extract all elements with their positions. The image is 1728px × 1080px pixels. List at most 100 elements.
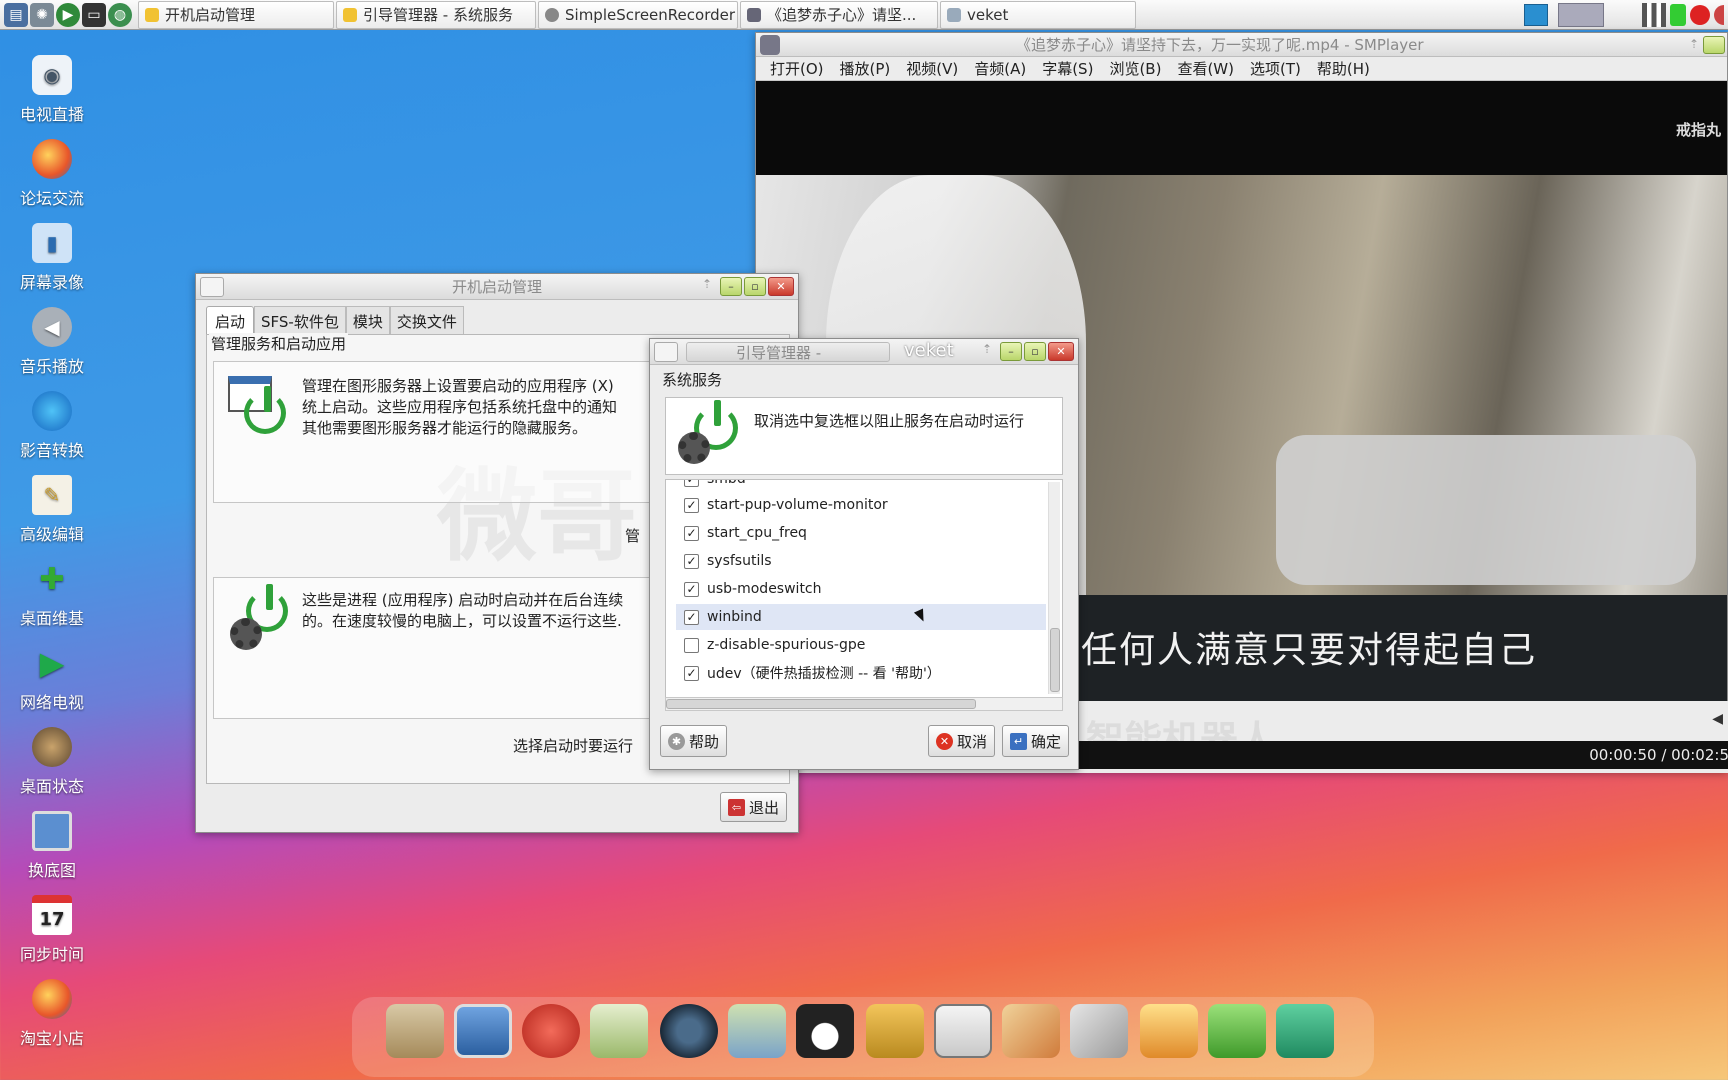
list-item[interactable]: ✓ udev（硬件热插拔检测 -- 看 '帮助'） [684,660,1034,686]
vertical-scrollbar[interactable] [1048,482,1060,694]
task-boot-manager[interactable]: 引导管理器 - 系统服务 [336,0,536,29]
network-icon[interactable] [1524,4,1548,26]
close-button[interactable]: ✕ [1048,342,1074,361]
desktop-icon-editor[interactable]: ✎ 高级编辑 [6,475,98,545]
record-icon[interactable] [1690,5,1710,25]
service-checkbox[interactable]: ✓ [684,525,699,541]
dock-media-player-icon[interactable] [660,1004,718,1058]
minimize-button[interactable] [1703,36,1725,54]
list-item-selected[interactable]: ✓ winbind [676,604,1046,630]
volume-icon[interactable]: ◀ [1712,711,1723,727]
desktop-icon-taobao[interactable]: 淘宝小店 [6,979,98,1049]
scrollbar-thumb[interactable] [1050,628,1060,692]
desktop-icon-wiki[interactable]: ✚ 桌面维基 [6,559,98,629]
speaker-icon: ◀ [32,307,72,347]
startup-titlebar[interactable]: 开机启动管理 ⇡ – ▫ ✕ [196,274,798,300]
task-label: 开机启动管理 [165,6,256,24]
battery-icon[interactable] [1670,4,1686,26]
task-smplayer[interactable]: 《追梦赤子心》请坚... [740,0,938,29]
window-menu-icon[interactable] [200,277,224,297]
list-item[interactable]: ✓ start_cpu_freq [684,520,1034,546]
dock-usb-icon[interactable] [1070,1004,1128,1058]
desktop-icon-net-tv[interactable]: ▶ 网络电视 [6,643,98,713]
desktop-icon-label: 桌面状态 [19,777,84,796]
dock-editor-icon[interactable] [590,1004,648,1058]
list-item[interactable]: z-disable-spurious-gpe [684,632,1034,658]
pin-icon[interactable]: ⇡ [982,342,992,361]
menu-browse[interactable]: 浏览(B) [1109,58,1161,79]
menu-options[interactable]: 选项(T) [1250,58,1301,79]
close-button[interactable]: ✕ [768,277,794,296]
desktop-icon-screen-record[interactable]: ▮ 屏幕录像 [6,223,98,293]
horizontal-scrollbar[interactable] [665,697,1063,711]
task-veket-folder[interactable]: veket [940,0,1136,29]
service-checkbox[interactable]: ✓ [684,665,699,681]
desktop-icon-tv-live[interactable]: ◉ 电视直播 [6,55,98,125]
task-screen-recorder[interactable]: SimpleScreenRecorder [538,0,738,29]
quit-button[interactable]: ⇦ 退出 [720,792,788,822]
maximize-button[interactable]: ▫ [1024,342,1046,361]
menu-play[interactable]: 播放(P) [840,58,891,79]
dock-veket-icon[interactable] [1140,1004,1198,1058]
minimize-button[interactable]: – [1000,342,1022,361]
dock-penguin-icon[interactable] [796,1004,854,1058]
signal-icon[interactable] [1642,3,1666,27]
desktop-icon-status[interactable]: 桌面状态 [6,727,98,797]
pin-icon[interactable]: ⇡ [702,277,712,296]
service-checkbox[interactable]: ✓ [684,581,699,597]
desktop-switcher-icon[interactable] [1558,3,1604,27]
dock-chart-icon[interactable] [934,1004,992,1058]
dock-paint-icon[interactable] [1002,1004,1060,1058]
desktop-icon-media-convert[interactable]: 影音转换 [6,391,98,461]
tab-swap-file[interactable]: 交换文件 [389,306,464,337]
power-icon[interactable] [1714,5,1724,25]
globe-icon[interactable]: ◍ [108,2,132,27]
settings-icon[interactable]: ✺ [30,2,54,27]
desktop-icon-music[interactable]: ◀ 音乐播放 [6,307,98,377]
smplayer-titlebar[interactable]: 《追梦赤子心》请坚持下去，万一实现了呢.mp4 - SMPlayer ⇡ [756,33,1727,57]
list-item[interactable]: ✓ smbd [684,480,1034,492]
menu-help[interactable]: 帮助(H) [1317,58,1370,79]
menu-audio[interactable]: 音频(A) [974,58,1026,79]
menu-view[interactable]: 查看(W) [1177,58,1234,79]
window-menu-icon[interactable] [654,342,678,362]
tab-modules[interactable]: 模块 [345,306,390,337]
dock-browser-icon[interactable] [522,1004,580,1058]
list-item[interactable]: ✓ sysfsutils [684,548,1034,574]
play-icon[interactable]: ▶ [56,2,80,27]
cancel-button[interactable]: ✕ 取消 [928,725,996,757]
desktop-icon-forum[interactable]: 论坛交流 [6,139,98,209]
pin-icon[interactable]: ⇡ [1689,37,1699,51]
list-item[interactable]: ✓ start-pup-volume-monitor [684,492,1034,518]
service-checkbox[interactable]: ✓ [684,480,699,487]
task-startup-manager[interactable]: 开机启动管理 [138,0,334,29]
minimize-button[interactable]: – [720,277,742,296]
dock-help-icon[interactable] [1208,1004,1266,1058]
ok-button[interactable]: ↵ 确定 [1002,725,1070,757]
dock-monitor-icon[interactable] [454,1004,512,1058]
service-checkbox[interactable]: ✓ [684,609,699,625]
task-label: SimpleScreenRecorder [565,5,736,24]
menu-open[interactable]: 打开(O) [770,58,824,79]
service-checkbox[interactable] [684,637,699,653]
service-label: udev（硬件热插拔检测 -- 看 '帮助'） [707,666,941,682]
service-checkbox[interactable]: ✓ [684,497,699,513]
maximize-button[interactable]: ▫ [744,277,766,296]
services-titlebar[interactable]: 引导管理器 - veket ⇡ – ▫ ✕ [650,339,1078,365]
list-item[interactable]: ✓ usb-modeswitch [684,576,1034,602]
dock-camera-icon[interactable] [1276,1004,1334,1058]
terminal-icon[interactable]: ▭ [82,2,106,27]
dock-notebook-icon[interactable] [866,1004,924,1058]
services-title-extra: veket [904,340,954,361]
scrollbar-thumb[interactable] [666,699,976,709]
desktop-icon-wallpaper[interactable]: 换底图 [6,811,98,881]
desktop-icon-sync-time[interactable]: 17 同步时间 [6,895,98,965]
help-button[interactable]: ✱ 帮助 [660,725,728,757]
service-checkbox[interactable]: ✓ [684,553,699,569]
menu-subtitle[interactable]: 字幕(S) [1042,58,1093,79]
player-icon [747,7,761,22]
system-monitor-icon[interactable]: ▤ [4,2,28,27]
dock-users-icon[interactable] [728,1004,786,1058]
menu-video[interactable]: 视频(V) [906,58,958,79]
dock-file-manager-icon[interactable] [386,1004,444,1058]
